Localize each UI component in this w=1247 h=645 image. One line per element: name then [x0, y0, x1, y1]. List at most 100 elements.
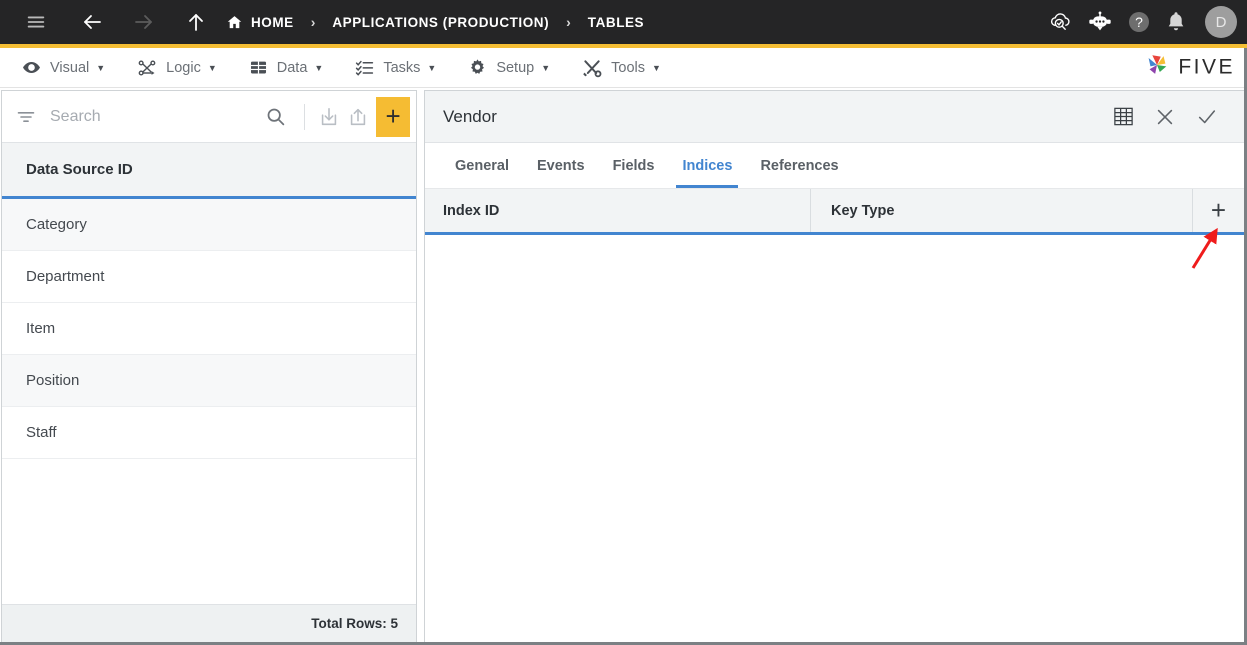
data-source-list: Category Department Item Position Staff — [2, 199, 416, 604]
tab-events[interactable]: Events — [523, 143, 599, 188]
help-icon[interactable]: ? — [1127, 10, 1151, 34]
breadcrumb-label-applications: APPLICATIONS (PRODUCTION) — [332, 14, 550, 30]
close-icon[interactable] — [1144, 91, 1186, 143]
breadcrumb-item-applications[interactable]: APPLICATIONS (PRODUCTION) — [332, 15, 549, 30]
menu-label-tools: Tools — [611, 59, 645, 76]
menu-item-tools[interactable]: Tools ▼ — [572, 48, 671, 88]
tab-references[interactable]: References — [746, 143, 852, 188]
grid-column-label-index-id: Index ID — [443, 202, 500, 219]
menu-item-tasks[interactable]: Tasks ▼ — [345, 48, 446, 88]
menu-label-logic: Logic — [166, 59, 201, 76]
avatar[interactable]: D — [1205, 6, 1237, 38]
chat-bot-icon[interactable] — [1087, 11, 1113, 33]
list-item[interactable]: Item — [2, 303, 416, 355]
chevron-down-icon: ▼ — [652, 62, 661, 73]
breadcrumb-label-home: HOME — [251, 14, 294, 30]
menu-item-data[interactable]: Data ▼ — [239, 48, 334, 88]
export-icon[interactable] — [344, 97, 373, 137]
indices-grid-body — [425, 235, 1244, 642]
list-empty-space — [2, 459, 416, 604]
arrow-right-icon — [124, 0, 164, 44]
add-index-button[interactable]: + — [1192, 189, 1244, 232]
indices-grid-header: Index ID Key Type + — [425, 189, 1244, 235]
grid-table-icon — [249, 58, 268, 77]
chevron-down-icon: ▼ — [207, 62, 217, 73]
menu-item-setup[interactable]: Setup ▼ — [458, 48, 560, 88]
chevron-down-icon: ▼ — [541, 62, 551, 73]
breadcrumb: HOME › APPLICATIONS (PRODUCTION) › TABLE… — [226, 14, 644, 31]
breadcrumb-item-tables[interactable]: TABLES — [588, 15, 644, 30]
breadcrumb-item-home[interactable]: HOME — [226, 14, 294, 31]
tab-general[interactable]: General — [441, 143, 523, 188]
tab-indices[interactable]: Indices — [668, 143, 746, 188]
topbar-actions: ? D — [1047, 0, 1237, 44]
tab-label-events: Events — [537, 157, 585, 174]
tools-icon — [582, 58, 602, 78]
tab-label-references: References — [760, 157, 839, 174]
home-icon — [226, 14, 243, 31]
five-pinwheel-logo — [1143, 51, 1171, 84]
arrow-left-icon[interactable] — [72, 0, 112, 44]
breadcrumb-separator-2: › — [566, 14, 571, 30]
list-column-header-label: Data Source ID — [26, 161, 133, 178]
menu-label-setup: Setup — [496, 59, 535, 76]
search-icon[interactable] — [257, 106, 294, 127]
detail-panel-header: Vendor — [425, 91, 1244, 143]
table-view-icon[interactable] — [1102, 91, 1144, 143]
breadcrumb-label-tables: TABLES — [587, 14, 645, 30]
data-source-list-panel: + Data Source ID Category Department Ite… — [1, 90, 417, 643]
grid-column-index-id[interactable]: Index ID — [425, 189, 810, 232]
logo-text: FIVE — [1178, 55, 1235, 79]
cloud-check-icon[interactable] — [1047, 9, 1073, 35]
top-navigation-bar: HOME › APPLICATIONS (PRODUCTION) › TABLE… — [0, 0, 1247, 44]
tab-label-general: General — [455, 157, 509, 174]
hamburger-icon[interactable] — [16, 0, 56, 44]
list-column-header[interactable]: Data Source ID — [2, 143, 416, 199]
checklist-icon — [355, 58, 374, 77]
filter-icon[interactable] — [16, 107, 36, 127]
eye-icon — [22, 58, 41, 77]
import-icon[interactable] — [315, 97, 344, 137]
add-data-source-button[interactable]: + — [376, 96, 411, 137]
list-item-label: Category — [26, 216, 87, 233]
list-item[interactable]: Category — [2, 199, 416, 251]
svg-text:?: ? — [1135, 14, 1143, 30]
table-detail-panel: Vendor General Events Fields Indices Ref… — [424, 90, 1244, 643]
grid-column-key-type[interactable]: Key Type — [810, 189, 1192, 232]
chevron-down-icon: ▼ — [96, 62, 106, 73]
tab-label-fields: Fields — [612, 157, 655, 174]
list-item-label: Item — [26, 320, 56, 337]
main-menu-bar: Visual ▼ Logic ▼ Data ▼ Tasks ▼ Setup ▼ … — [0, 48, 1247, 88]
application-window: HOME › APPLICATIONS (PRODUCTION) › TABLE… — [0, 0, 1247, 645]
menu-item-visual[interactable]: Visual ▼ — [12, 48, 115, 88]
tab-label-indices: Indices — [682, 157, 733, 174]
gear-icon — [468, 58, 487, 77]
grid-column-label-key-type: Key Type — [831, 202, 895, 219]
notifications-bell-icon[interactable] — [1165, 10, 1187, 34]
search-input[interactable] — [50, 107, 257, 126]
list-toolbar: + — [2, 91, 416, 143]
chevron-down-icon: ▼ — [427, 62, 437, 73]
menu-item-logic[interactable]: Logic ▼ — [127, 48, 227, 88]
list-item-label: Staff — [26, 424, 57, 441]
logic-nodes-icon — [137, 58, 157, 78]
total-rows-footer: Total Rows: 5 — [2, 604, 416, 642]
list-item[interactable]: Position — [2, 355, 416, 407]
confirm-check-icon[interactable] — [1186, 91, 1228, 143]
total-rows-label: Total Rows: 5 — [311, 616, 398, 631]
menu-label-data: Data — [276, 59, 308, 76]
list-item[interactable]: Staff — [2, 407, 416, 459]
list-item[interactable]: Department — [2, 251, 416, 303]
menu-label-visual: Visual — [50, 59, 90, 76]
breadcrumb-separator-1: › — [310, 14, 316, 30]
detail-tabs: General Events Fields Indices References — [425, 143, 1244, 189]
page-title: Vendor — [443, 106, 497, 126]
brand-logo: FIVE — [1143, 51, 1235, 84]
list-item-label: Department — [26, 268, 105, 285]
arrow-up-icon[interactable] — [176, 0, 216, 44]
toolbar-divider — [304, 103, 305, 130]
chevron-down-icon: ▼ — [314, 62, 324, 73]
list-item-label: Position — [26, 372, 80, 389]
menu-label-tasks: Tasks — [383, 59, 421, 76]
tab-fields[interactable]: Fields — [599, 143, 669, 188]
